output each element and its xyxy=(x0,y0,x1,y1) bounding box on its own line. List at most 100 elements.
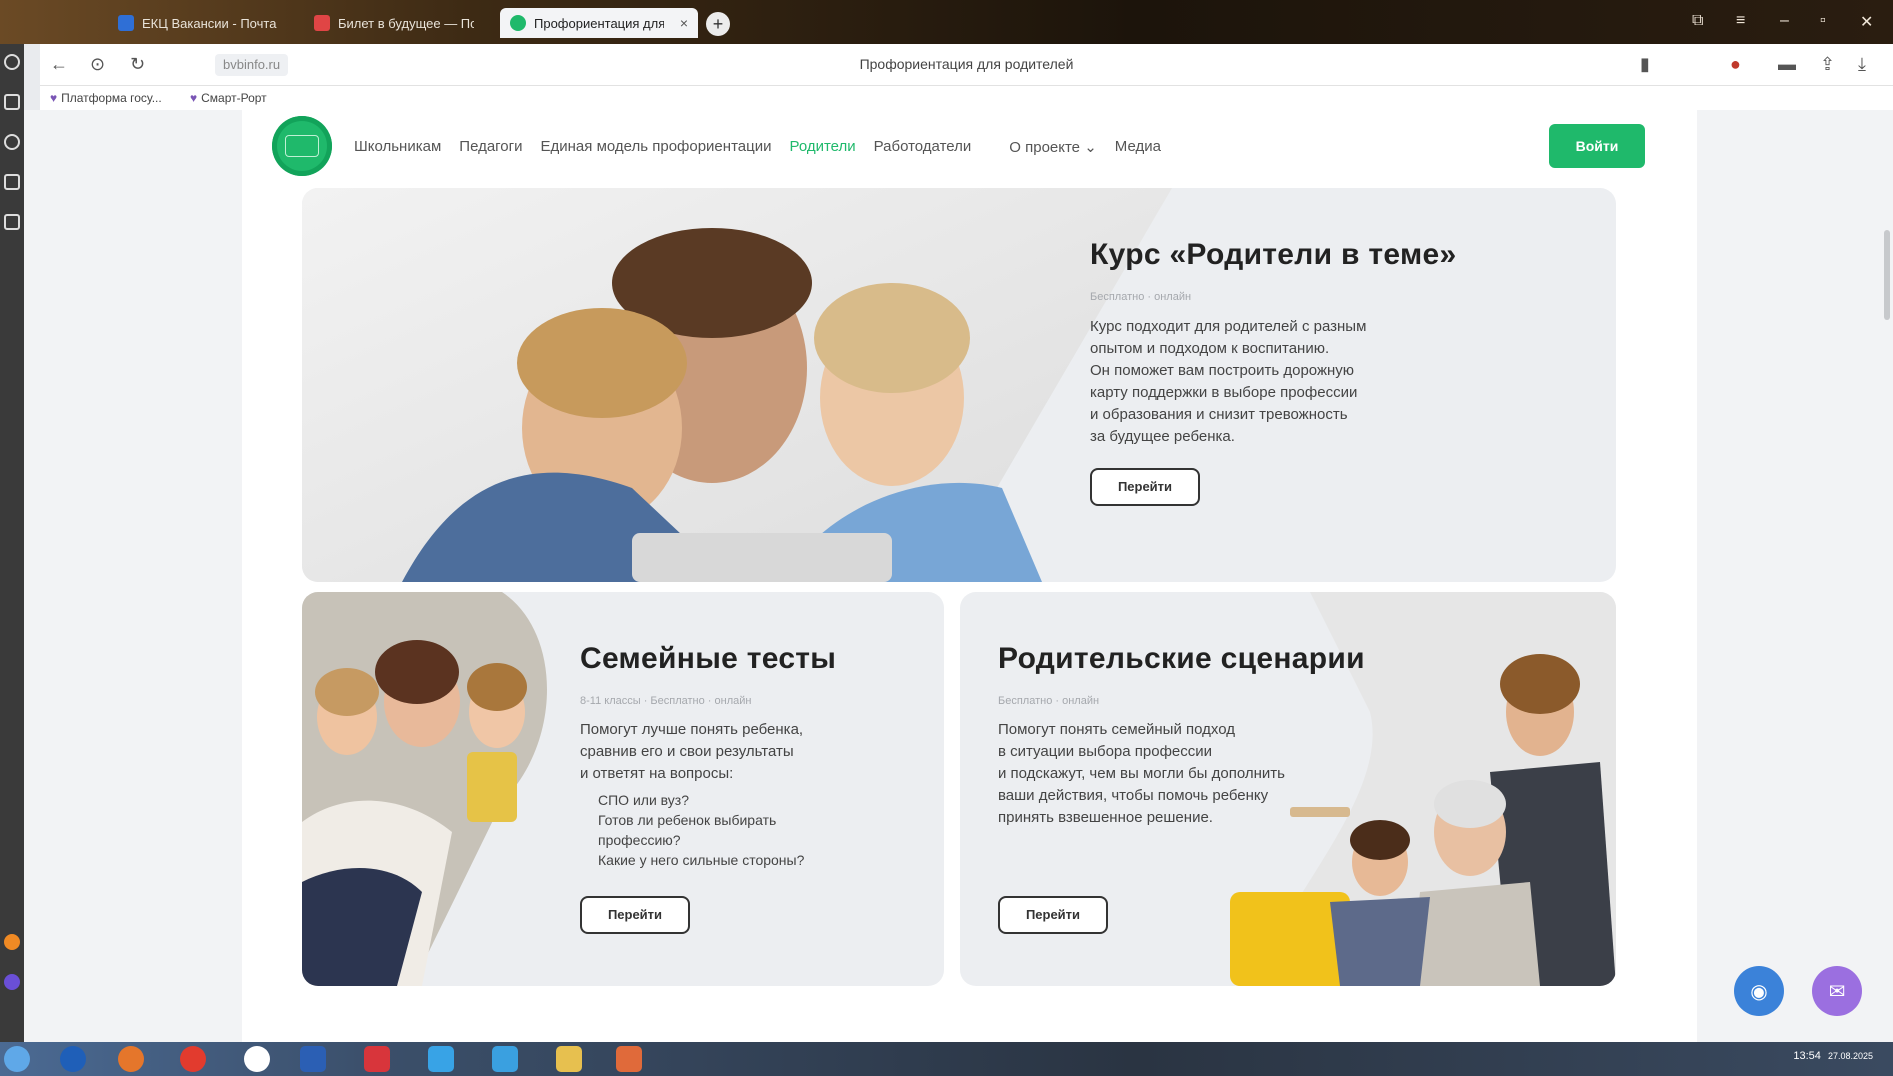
bookmark-item[interactable]: ♥ Смарт-Рорт xyxy=(190,91,267,105)
close-window-icon[interactable]: ✕ xyxy=(1860,12,1873,32)
bookmarks-bar: ♥ Платформа госу... ♥ Смарт-Рорт xyxy=(40,86,1893,110)
course-card: Курс «Родители в теме» Бесплатно · онлай… xyxy=(302,188,1616,582)
tests-title: Семейные тесты xyxy=(580,642,837,675)
description-line: Помогут понять семейный подход xyxy=(998,721,1235,738)
firefox-icon[interactable] xyxy=(118,1046,144,1072)
description-line: Курс подходит для родителей с разным xyxy=(1090,318,1367,335)
tab-label: Билет в будущее — Портал xyxy=(338,15,474,31)
course-title: Курс «Родители в теме» xyxy=(1090,238,1457,271)
scenarios-card: Родительские сценарии Бесплатно · онлайн… xyxy=(960,592,1616,986)
word-icon[interactable] xyxy=(300,1046,326,1072)
tests-description: Помогут лучше понять ребенка, сравнив ег… xyxy=(580,719,803,785)
tabs-icon[interactable] xyxy=(4,174,20,190)
yandex-browser-icon[interactable] xyxy=(364,1046,390,1072)
accessibility-button[interactable]: ◉ xyxy=(1734,966,1784,1016)
app-icon[interactable] xyxy=(4,934,20,950)
yandex-icon[interactable] xyxy=(180,1046,206,1072)
scenarios-tags: Бесплатно · онлайн xyxy=(998,695,1100,707)
tests-questions: СПО или вуз? Готов ли ребенок выбирать п… xyxy=(598,790,804,870)
nav-item-parents[interactable]: Родители xyxy=(789,138,855,156)
start-icon[interactable] xyxy=(4,1046,30,1072)
main-nav: Школьникам Педагоги Единая модель профор… xyxy=(354,138,1161,156)
description-line: в ситуации выбора профессии xyxy=(998,743,1213,760)
system-tray: 13:54 27.08.2025 xyxy=(1793,1050,1873,1062)
extension-icon[interactable]: ▬ xyxy=(1778,54,1796,75)
browser-tab-1[interactable]: ЕКЦ Вакансии - Почта xyxy=(108,8,288,38)
notes-icon[interactable] xyxy=(4,214,20,230)
chat-button[interactable]: ✉ xyxy=(1812,966,1862,1016)
site-favicon-icon xyxy=(314,15,330,31)
description-line: и образования и снизит тревожность xyxy=(1090,406,1348,423)
question-item: СПО или вуз? xyxy=(598,792,689,808)
course-tags: Бесплатно · онлайн xyxy=(1090,291,1192,303)
description-line: и ответят на вопросы: xyxy=(580,765,734,782)
clock-time: 13:54 xyxy=(1793,1050,1821,1062)
history-icon[interactable] xyxy=(4,54,20,70)
browser-tab-active[interactable]: Профориентация для... × xyxy=(500,8,698,38)
heart-icon: ♥ xyxy=(190,91,198,105)
minimize-icon[interactable]: – xyxy=(1780,12,1789,30)
site-logo[interactable] xyxy=(272,116,332,176)
site-header: Школьникам Педагоги Единая модель профор… xyxy=(242,110,1697,186)
login-button[interactable]: Войти xyxy=(1549,124,1645,168)
description-line: ваши действия, чтобы помочь ребенку xyxy=(998,787,1269,804)
question-item: Какие у него сильные стороны? xyxy=(598,852,805,868)
browser-tab-2[interactable]: Билет в будущее — Портал xyxy=(304,8,484,38)
extension-icon[interactable]: ● xyxy=(1730,54,1741,75)
description-line: опытом и подходом к воспитанию. xyxy=(1090,340,1330,357)
nav-item-employers[interactable]: Работодатели xyxy=(874,138,972,156)
browser-tabbar: ЕКЦ Вакансии - Почта Билет в будущее — П… xyxy=(0,0,1893,44)
course-description: Курс подходит для родителей с разным опы… xyxy=(1090,316,1366,448)
site-favicon-icon xyxy=(510,15,526,31)
downloads-icon[interactable] xyxy=(4,134,20,150)
description-line: Помогут лучше понять ребенка, xyxy=(580,721,804,738)
app-icon[interactable] xyxy=(4,974,20,990)
bookmark-icon[interactable]: ▮ xyxy=(1640,54,1650,75)
tab-label: Профориентация для... xyxy=(534,15,664,31)
scenarios-title: Родительские сценарии xyxy=(998,642,1365,675)
description-line: Он поможет вам построить дорожную xyxy=(1090,362,1355,379)
bookmark-item[interactable]: ♥ Платформа госу... xyxy=(50,91,162,105)
window-restore-icon[interactable]: ⧉ xyxy=(1692,12,1703,30)
nav-item-about[interactable]: О проекте xyxy=(1009,138,1097,156)
family-photo xyxy=(302,188,1172,582)
nav-item-model[interactable]: Единая модель профориентации xyxy=(541,138,772,156)
close-tab-icon[interactable]: × xyxy=(680,15,688,31)
folder-icon[interactable] xyxy=(556,1046,582,1072)
description-line: за будущее ребенка. xyxy=(1090,428,1235,445)
description-line: карту поддержки в выборе профессии xyxy=(1090,384,1358,401)
app-icon[interactable] xyxy=(616,1046,642,1072)
heart-icon: ♥ xyxy=(50,91,58,105)
eye-icon: ◉ xyxy=(1750,980,1768,1003)
tests-tags: 8-11 классы · Бесплатно · онлайн xyxy=(580,695,752,707)
scenarios-description: Помогут понять семейный подход в ситуаци… xyxy=(998,719,1285,829)
page-title: Профориентация для родителей xyxy=(859,56,1074,72)
download-icon[interactable]: ⤓ xyxy=(1858,54,1866,75)
scenarios-go-button[interactable]: Перейти xyxy=(998,896,1108,934)
clock-date: 27.08.2025 xyxy=(1827,1051,1873,1061)
nav-item-media[interactable]: Медиа xyxy=(1115,138,1161,156)
bookmark-label: Платформа госу... xyxy=(61,91,162,105)
nav-item-teachers[interactable]: Педагоги xyxy=(459,138,522,156)
menu-icon[interactable]: ≡ xyxy=(1736,12,1745,30)
browser-icon[interactable] xyxy=(60,1046,86,1072)
telegram-icon[interactable] xyxy=(492,1046,518,1072)
tests-go-button[interactable]: Перейти xyxy=(580,896,690,934)
mail-icon[interactable] xyxy=(244,1046,270,1072)
course-go-button[interactable]: Перейти xyxy=(1090,468,1200,506)
nav-item-students[interactable]: Школьникам xyxy=(354,138,441,156)
web-page: Школьникам Педагоги Единая модель профор… xyxy=(24,110,1893,1042)
tab-label: ЕКЦ Вакансии - Почта xyxy=(142,15,277,31)
taskbar: 13:54 27.08.2025 xyxy=(0,1042,1893,1076)
bookmarks-icon[interactable] xyxy=(4,94,20,110)
app-icon[interactable] xyxy=(428,1046,454,1072)
chat-icon: ✉ xyxy=(1828,980,1846,1003)
scrollbar-thumb[interactable] xyxy=(1884,230,1890,320)
share-icon[interactable]: ⇪ xyxy=(1820,54,1835,75)
address-bar: ← ⊙ ↻ bvbinfo.ru Профориентация для роди… xyxy=(40,44,1893,86)
app-sidebar xyxy=(0,44,24,1042)
maximize-icon[interactable]: ▫ xyxy=(1820,12,1826,30)
description-line: сравнив его и свои результаты xyxy=(580,743,794,760)
mother-kids-photo xyxy=(302,592,562,986)
new-tab-button[interactable]: + xyxy=(706,12,730,36)
